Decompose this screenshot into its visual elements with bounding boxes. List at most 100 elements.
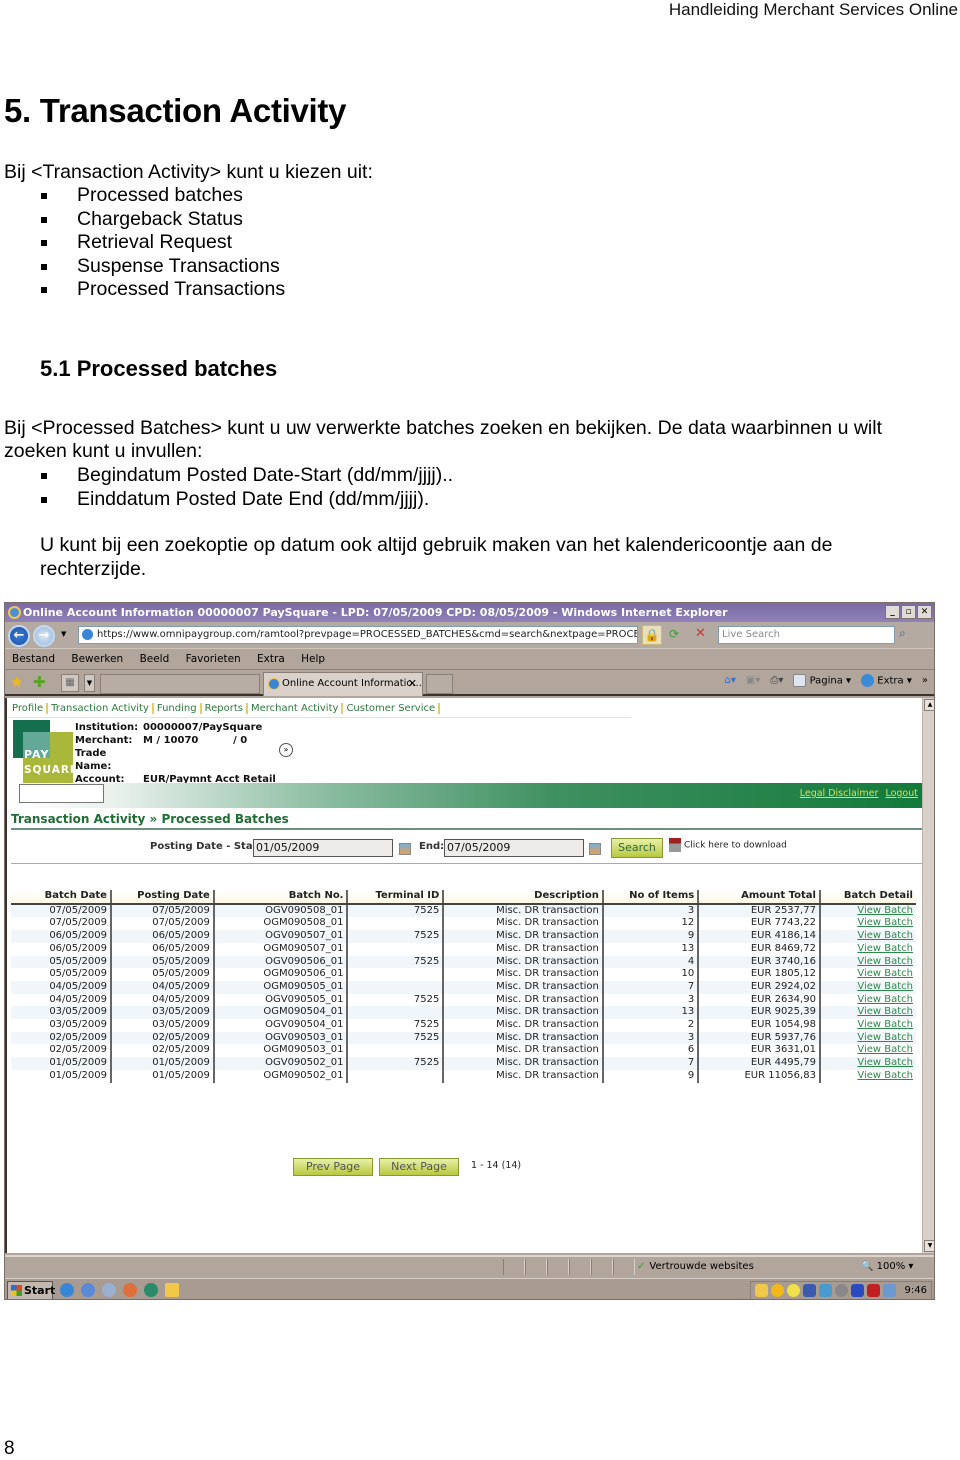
nav-profile[interactable]: Profile xyxy=(9,703,49,714)
view-batch-link[interactable]: View Batch xyxy=(818,955,916,969)
view-batch-link[interactable]: View Batch xyxy=(818,1031,916,1045)
view-batch-link[interactable]: View Batch xyxy=(818,1069,916,1083)
account-selector-input[interactable] xyxy=(19,784,104,803)
menu-favorieten[interactable]: Favorieten xyxy=(186,653,241,665)
cell-no-of-items: 3 xyxy=(601,993,699,1007)
start-date-input[interactable]: 01/05/2009 xyxy=(253,839,393,857)
nav-transaction-activity[interactable]: Transaction Activity xyxy=(48,703,154,714)
print-icon[interactable]: ⎙▾ xyxy=(770,675,783,686)
logout-link[interactable]: Logout xyxy=(885,788,918,799)
globe-icon[interactable] xyxy=(144,1283,158,1297)
col-no-of-items[interactable]: No of Items xyxy=(601,890,699,905)
stop-icon[interactable]: ✕ xyxy=(695,626,706,641)
home-icon[interactable]: ⌂▾ xyxy=(725,675,736,686)
start-button[interactable]: Start xyxy=(7,1281,55,1299)
outlook-icon[interactable] xyxy=(81,1283,95,1297)
back-button[interactable]: ← xyxy=(8,625,30,647)
view-batch-link[interactable]: View Batch xyxy=(818,1057,916,1070)
ie-icon[interactable] xyxy=(60,1283,74,1297)
messenger-icon[interactable] xyxy=(786,1284,800,1297)
feeds-icon[interactable]: ▣▾ xyxy=(746,675,760,686)
toolbar-overflow[interactable]: » xyxy=(922,675,928,686)
scroll-down-arrow[interactable]: ▼ xyxy=(924,1240,934,1252)
add-favorite-icon[interactable]: ✚ xyxy=(33,673,46,691)
cell-description: Misc. DR transaction xyxy=(442,917,603,931)
skype-icon[interactable] xyxy=(770,1284,784,1297)
search-icon[interactable]: ⌕ xyxy=(899,626,915,643)
mcafee-icon[interactable] xyxy=(866,1284,880,1297)
view-batch-link[interactable]: View Batch xyxy=(818,968,916,981)
vertical-scrollbar[interactable]: ▲ ▼ xyxy=(922,698,934,1253)
display-icon[interactable] xyxy=(882,1284,896,1297)
nav-customer-service[interactable]: Customer Service xyxy=(343,703,441,714)
calendar-icon[interactable] xyxy=(589,843,601,855)
lock-icon[interactable]: 🔒 xyxy=(642,625,662,645)
new-tab-button[interactable] xyxy=(426,674,453,694)
view-batch-link[interactable]: View Batch xyxy=(818,930,916,943)
page-menu[interactable]: Pagina ▾ xyxy=(793,674,851,687)
view-batch-link[interactable]: View Batch xyxy=(818,993,916,1007)
legal-disclaimer-link[interactable]: Legal Disclaimer xyxy=(800,788,879,799)
search-button[interactable]: Search xyxy=(611,838,663,858)
nav-funding[interactable]: Funding xyxy=(153,703,202,714)
col-terminal-id[interactable]: Terminal ID xyxy=(346,890,444,905)
col-batch-date[interactable]: Batch Date xyxy=(11,890,111,905)
favorites-star-icon[interactable]: ★ xyxy=(10,673,23,691)
address-input[interactable]: https://www.omnipaygroup.com/ramtool?pre… xyxy=(78,626,638,644)
quick-tabs-icon[interactable]: ▦ xyxy=(61,674,79,692)
close-button[interactable]: ✕ xyxy=(917,605,932,619)
col-description[interactable]: Description xyxy=(442,890,603,905)
calendar-icon[interactable] xyxy=(399,843,411,855)
scroll-up-arrow[interactable]: ▲ xyxy=(924,699,934,711)
media-icon[interactable] xyxy=(123,1283,137,1297)
col-batch-no[interactable]: Batch No. xyxy=(212,890,348,905)
view-batch-link[interactable]: View Batch xyxy=(818,917,916,931)
nav-merchant-activity[interactable]: Merchant Activity xyxy=(247,703,344,714)
desktop-icon[interactable] xyxy=(102,1283,116,1297)
menu-beeld[interactable]: Beeld xyxy=(140,653,170,665)
arrow-right-icon: → xyxy=(38,628,50,643)
view-batch-link[interactable]: View Batch xyxy=(818,980,916,994)
maximize-button[interactable]: ▫ xyxy=(901,605,916,619)
menu-help[interactable]: Help xyxy=(301,653,325,665)
clock-app-icon[interactable] xyxy=(165,1283,179,1297)
security-zone: ✓ Vertrouwde websites xyxy=(637,1261,754,1272)
view-batch-link[interactable]: View Batch xyxy=(818,942,916,956)
col-amount-total[interactable]: Amount Total xyxy=(697,890,820,905)
update-icon[interactable] xyxy=(818,1284,832,1297)
history-dropdown-icon[interactable]: ▼ xyxy=(61,630,66,638)
forward-button[interactable]: → xyxy=(33,625,55,647)
extra-menu[interactable]: Extra ▾ xyxy=(861,674,912,687)
cell-description: Misc. DR transaction xyxy=(442,993,603,1007)
search-input[interactable]: Live Search xyxy=(718,626,895,644)
prev-page-button[interactable]: Prev Page xyxy=(293,1158,373,1176)
minimize-button[interactable]: _ xyxy=(885,605,900,619)
col-batch-detail[interactable]: Batch Detail xyxy=(818,890,916,905)
view-batch-link[interactable]: View Batch xyxy=(818,1044,916,1058)
next-page-button[interactable]: Next Page xyxy=(379,1158,459,1176)
tab-list-dropdown[interactable]: ▼ xyxy=(84,674,95,692)
view-batch-link[interactable]: View Batch xyxy=(818,903,916,918)
view-batch-link[interactable]: View Batch xyxy=(818,1006,916,1020)
col-posting-date[interactable]: Posting Date xyxy=(109,890,214,905)
cell-batch-no: OGM090506_01 xyxy=(212,968,348,981)
expand-info-icon[interactable]: » xyxy=(279,743,293,757)
menu-bestand[interactable]: Bestand xyxy=(12,653,55,665)
menu-bewerken[interactable]: Bewerken xyxy=(71,653,123,665)
network-icon[interactable] xyxy=(802,1284,816,1297)
zoom-level[interactable]: 🔍 100% ▾ xyxy=(861,1259,913,1275)
book-icon[interactable] xyxy=(850,1284,864,1297)
clock-tray-icon[interactable] xyxy=(754,1284,768,1297)
end-date-input[interactable]: 07/05/2009 xyxy=(444,839,584,857)
menu-extra[interactable]: Extra xyxy=(257,653,285,665)
page-icon xyxy=(793,674,807,687)
download-link[interactable]: Click here to download xyxy=(669,838,787,852)
active-tab[interactable]: Online Account Informatio... ✕ xyxy=(263,672,423,696)
table-row: 06/05/2009 06/05/2009 OGM090507_01 Misc. DR… xyxy=(11,942,916,956)
view-batch-link[interactable]: View Batch xyxy=(818,1019,916,1032)
table-row: 02/05/2009 02/05/2009 OGV090503_01 7525 Misc… xyxy=(11,1031,916,1045)
close-tab-icon[interactable]: ✕ xyxy=(408,673,417,695)
sync-icon[interactable] xyxy=(834,1284,848,1297)
refresh-icon[interactable]: ⟳ xyxy=(669,627,679,641)
nav-reports[interactable]: Reports xyxy=(201,703,248,714)
